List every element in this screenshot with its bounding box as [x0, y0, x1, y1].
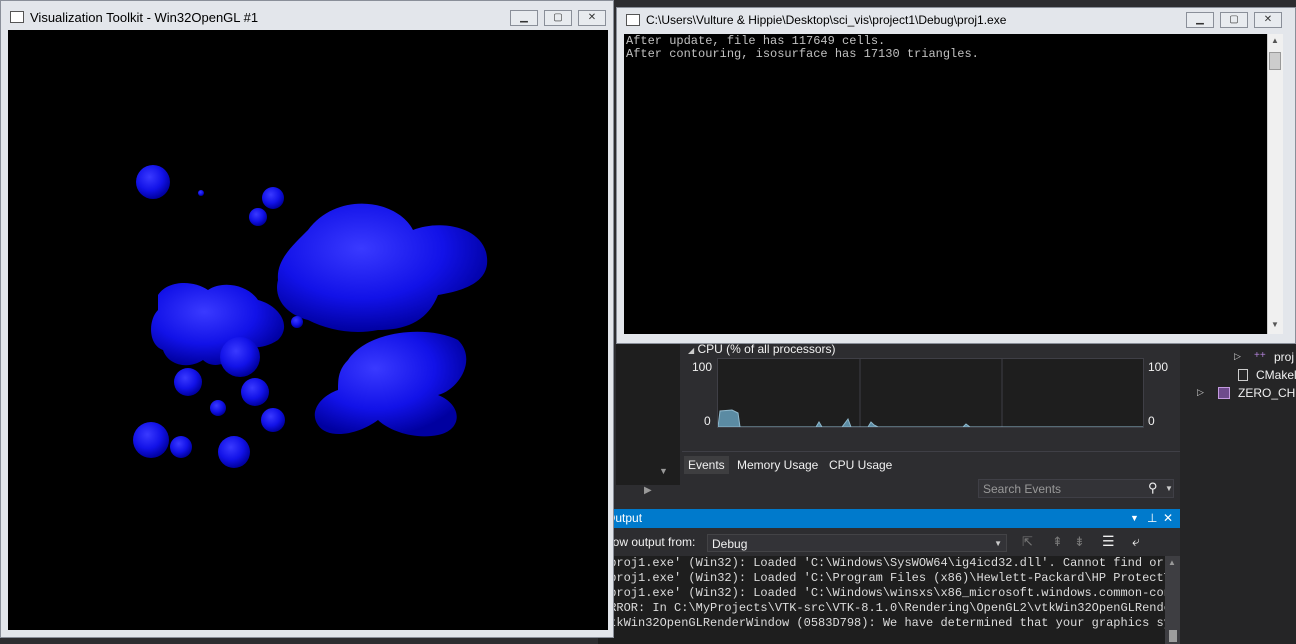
solution-explorer: ▷ ++ proj CMakel ▷ ZERO_CHE	[1180, 340, 1296, 644]
isosurface-blob	[136, 165, 170, 199]
close-button[interactable]: ✕	[1254, 12, 1282, 28]
window-app-icon[interactable]	[10, 11, 24, 23]
collapse-triangle-icon: ◢	[688, 346, 695, 355]
cpu-y-max-left: 100	[692, 360, 713, 374]
output-source-select[interactable]: Debug ▼	[707, 534, 1007, 552]
maximize-button[interactable]: ▢	[1220, 12, 1248, 28]
isosurface-blob	[249, 208, 267, 226]
chevron-down-icon: ▼	[994, 539, 1002, 548]
close-button[interactable]: ✕	[578, 10, 606, 26]
isosurface-render	[133, 165, 488, 468]
output-source-value: Debug	[712, 537, 748, 551]
isosurface-blob	[151, 283, 285, 366]
vtk-render-canvas[interactable]	[8, 30, 608, 630]
word-wrap-icon[interactable]: ⤶	[1132, 533, 1140, 550]
pane-options-icon[interactable]: ▼	[1130, 509, 1139, 528]
cpu-y-min-left: 0	[704, 414, 711, 428]
isosurface-blob	[262, 187, 284, 209]
expand-arrow-icon[interactable]: ▷	[1197, 387, 1204, 398]
search-dropdown-icon[interactable]: ▼	[1165, 484, 1173, 493]
scrollbar-thumb[interactable]	[1169, 630, 1177, 642]
isosurface-blob	[277, 203, 488, 332]
output-line: 'proj1.exe' (Win32): Loaded 'C:\Windows\…	[602, 586, 1165, 600]
expand-arrow-icon[interactable]: ▷	[1234, 351, 1241, 362]
console-output[interactable]: After update, file has 117649 cells. Aft…	[624, 34, 1267, 334]
scroll-up-icon[interactable]: ▲	[1271, 36, 1279, 45]
expand-arrow-icon[interactable]: ▶	[644, 485, 652, 496]
tab-memory-usage[interactable]: Memory Usage	[733, 456, 822, 474]
solution-item-cmake[interactable]: CMakel	[1256, 368, 1296, 382]
tab-cpu-usage[interactable]: CPU Usage	[825, 456, 896, 474]
output-line: vtkWin32OpenGLRenderWindow (0583D798): W…	[602, 616, 1165, 630]
cpu-usage-graph	[717, 358, 1144, 428]
console-line: After update, file has 117649 cells.	[626, 34, 886, 48]
maximize-button[interactable]: ▢	[544, 10, 572, 26]
output-line: 'proj1.exe' (Win32): Loaded 'C:\Program …	[602, 571, 1165, 585]
output-scrollbar[interactable]: ▲	[1165, 556, 1180, 644]
cpu-section-title[interactable]: ◢ CPU (% of all processors)	[688, 342, 836, 356]
isosurface-blob	[170, 436, 192, 458]
solution-item-proj[interactable]: proj	[1274, 350, 1294, 364]
cpu-y-max-right: 100	[1148, 360, 1169, 374]
output-text[interactable]: 'proj1.exe' (Win32): Loaded 'C:\Windows\…	[598, 556, 1165, 644]
next-message-icon[interactable]: ⇟	[1074, 534, 1085, 550]
cpp-file-icon: ++	[1254, 350, 1266, 361]
solution-item-zero-check[interactable]: ZERO_CHE	[1238, 386, 1296, 400]
minimize-button[interactable]: ▁	[1186, 12, 1214, 28]
go-to-location-icon[interactable]: ⇱	[1022, 534, 1033, 550]
cpu-y-min-right: 0	[1148, 414, 1155, 428]
scroll-down-arrow-icon[interactable]: ▼	[659, 466, 668, 476]
output-line: 'proj1.exe' (Win32): Loaded 'C:\Windows\…	[602, 556, 1165, 570]
isosurface-blob	[261, 408, 285, 432]
pin-icon[interactable]: ⊥	[1147, 509, 1157, 528]
console-app-icon[interactable]	[626, 14, 640, 26]
diagnostic-tabs: Events Memory Usage CPU Usage	[682, 451, 1180, 478]
scroll-up-icon[interactable]: ▲	[1168, 558, 1176, 567]
isosurface-blob	[133, 422, 169, 458]
project-icon	[1218, 387, 1230, 399]
tab-events[interactable]: Events	[684, 456, 729, 474]
minimize-button[interactable]: ▁	[510, 10, 538, 26]
console-scrollbar[interactable]: ▲ ▼	[1267, 34, 1283, 334]
console-line: After contouring, isosurface has 17130 t…	[626, 47, 979, 61]
close-icon[interactable]: ✕	[1163, 509, 1173, 528]
isosurface-blob	[291, 316, 303, 328]
console-window-title: C:\Users\Vulture & Hippie\Desktop\sci_vi…	[646, 13, 1007, 27]
isosurface-blob	[210, 400, 226, 416]
isosurface-blob	[218, 436, 250, 468]
vs-editor-area: ▼ ▶	[616, 340, 680, 496]
isosurface-blob	[241, 378, 269, 406]
clear-all-icon[interactable]: ☰	[1102, 533, 1115, 550]
previous-message-icon[interactable]: ⇞	[1052, 534, 1063, 550]
search-icon[interactable]: ⚲	[1148, 480, 1158, 496]
scrollbar-thumb[interactable]	[1269, 52, 1281, 70]
search-events-input[interactable]: Search Events	[978, 479, 1174, 498]
isosurface-blob	[314, 331, 467, 437]
isosurface-blob	[174, 368, 202, 396]
file-icon	[1238, 369, 1248, 381]
output-line: ERROR: In C:\MyProjects\VTK-src\VTK-8.1.…	[602, 601, 1165, 615]
vtk-window-title: Visualization Toolkit - Win32OpenGL #1	[30, 10, 259, 25]
output-pane-title-bar: Output ▼ ⊥ ✕	[606, 509, 1180, 528]
cpu-graph-svg	[717, 359, 1143, 428]
isosurface-blob	[198, 190, 204, 196]
cpu-usage-area	[717, 409, 1143, 428]
isosurface-blob	[220, 337, 260, 377]
scroll-down-icon[interactable]: ▼	[1271, 320, 1279, 329]
